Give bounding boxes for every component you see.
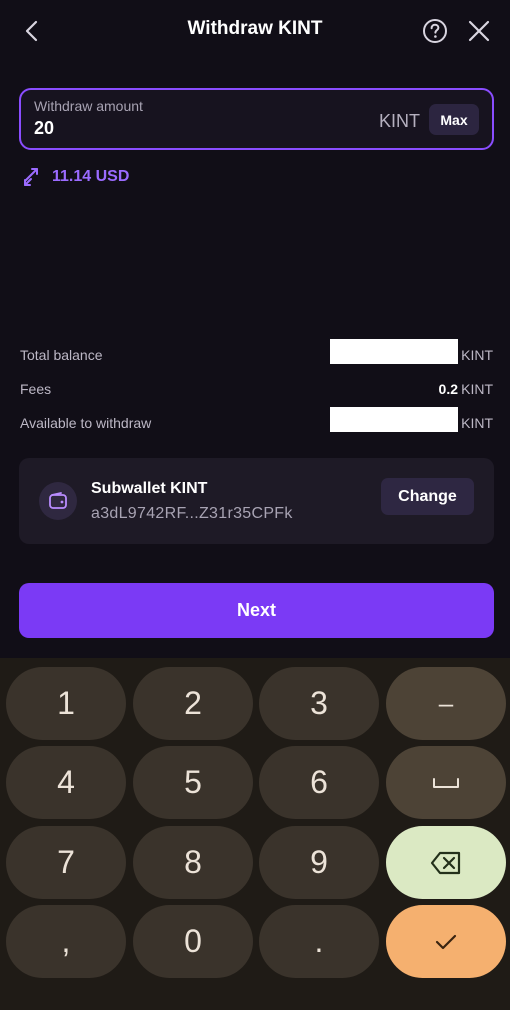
- withdraw-amount-field[interactable]: Withdraw amount 20 KINT Max: [19, 88, 494, 150]
- space-icon: [433, 777, 459, 788]
- wallet-name: Subwallet KINT: [91, 480, 208, 497]
- fees-row: Fees 0.2 KINT: [20, 380, 493, 400]
- usd-conversion[interactable]: 11.14 USD: [22, 166, 129, 188]
- key-2[interactable]: 2: [133, 667, 253, 740]
- key-4[interactable]: 4: [6, 746, 126, 819]
- withdraw-amount-label: Withdraw amount: [34, 98, 143, 114]
- key-minus[interactable]: –: [386, 667, 506, 740]
- change-wallet-button[interactable]: Change: [381, 478, 474, 515]
- wallet-icon: [39, 482, 77, 520]
- swap-icon: [24, 168, 38, 186]
- key-enter[interactable]: [386, 905, 506, 978]
- fees-unit: KINT: [461, 381, 493, 397]
- key-6[interactable]: 6: [259, 746, 379, 819]
- header: Withdraw KINT: [0, 0, 510, 62]
- total-balance-unit: KINT: [461, 347, 493, 363]
- total-balance-row: Total balance KINT: [20, 339, 493, 366]
- close-icon: [468, 20, 490, 42]
- total-balance-label: Total balance: [20, 347, 103, 363]
- key-comma[interactable]: ,: [6, 905, 126, 978]
- available-unit: KINT: [461, 415, 493, 431]
- key-3[interactable]: 3: [259, 667, 379, 740]
- backspace-icon: [430, 851, 461, 874]
- key-7[interactable]: 7: [6, 826, 126, 899]
- max-button[interactable]: Max: [429, 104, 479, 135]
- help-button[interactable]: [415, 12, 455, 50]
- available-row: Available to withdraw KINT: [20, 407, 493, 434]
- withdraw-amount-input[interactable]: 20: [34, 118, 284, 139]
- next-button[interactable]: Next: [19, 583, 494, 638]
- key-period[interactable]: .: [259, 905, 379, 978]
- help-circle-icon: [423, 19, 447, 43]
- fees-value: 0.2: [438, 381, 458, 397]
- key-0[interactable]: 0: [133, 905, 253, 978]
- key-8[interactable]: 8: [133, 826, 253, 899]
- key-9[interactable]: 9: [259, 826, 379, 899]
- key-backspace[interactable]: [386, 826, 506, 899]
- fees-label: Fees: [20, 381, 52, 397]
- redacted-total-balance: [330, 339, 458, 364]
- key-space[interactable]: [386, 746, 506, 819]
- key-5[interactable]: 5: [133, 746, 253, 819]
- numeric-keyboard: 1 2 3 – 4 5 6 7 8 9 , 0 .: [0, 658, 510, 1010]
- wallet-address: a3dL9742RF...Z31r35CPFk: [91, 505, 293, 522]
- key-1[interactable]: 1: [6, 667, 126, 740]
- redacted-available-balance: [330, 407, 458, 432]
- close-button[interactable]: [459, 12, 499, 50]
- usd-value: 11.14 USD: [52, 168, 130, 185]
- amount-unit: KINT: [378, 111, 420, 131]
- available-label: Available to withdraw: [20, 415, 152, 431]
- destination-wallet-card: Subwallet KINT a3dL9742RF...Z31r35CPFk C…: [19, 458, 494, 544]
- checkmark-icon: [435, 934, 457, 949]
